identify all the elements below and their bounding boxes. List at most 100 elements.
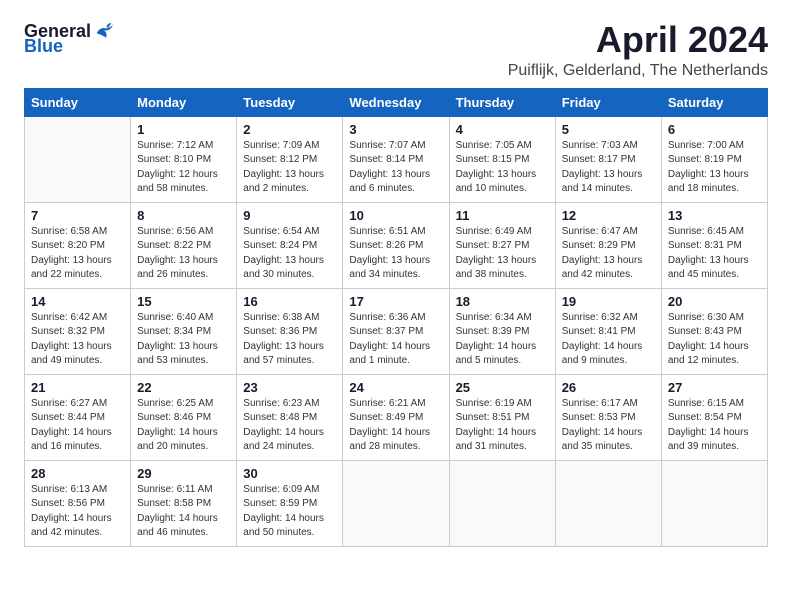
calendar-cell: 17 Sunrise: 6:36 AMSunset: 8:37 PMDayligh… — [343, 288, 449, 374]
day-number: 24 — [349, 380, 442, 395]
calendar-cell: 25 Sunrise: 6:19 AMSunset: 8:51 PMDayligh… — [449, 374, 555, 460]
day-number: 10 — [349, 208, 442, 223]
calendar-cell: 4 Sunrise: 7:05 AMSunset: 8:15 PMDaylight… — [449, 116, 555, 202]
day-info: Sunrise: 6:36 AMSunset: 8:37 PMDaylight:… — [349, 311, 442, 369]
day-number: 2 — [243, 122, 336, 137]
calendar-cell: 28 Sunrise: 6:13 AMSunset: 8:56 PMDayligh… — [25, 460, 131, 546]
location-title: Puiflijk, Gelderland, The Netherlands — [508, 62, 768, 80]
day-info: Sunrise: 6:51 AMSunset: 8:26 PMDaylight:… — [349, 225, 442, 283]
calendar-cell: 18 Sunrise: 6:34 AMSunset: 8:39 PMDayligh… — [449, 288, 555, 374]
calendar-cell: 30 Sunrise: 6:09 AMSunset: 8:59 PMDayligh… — [237, 460, 343, 546]
day-header-sunday: Sunday — [25, 88, 131, 116]
calendar-cell: 8Sunrise: 6:56 AMSunset: 8:22 PMDaylight… — [131, 202, 237, 288]
day-number: 19 — [562, 294, 655, 309]
day-info: Sunrise: 6:54 AMSunset: 8:24 PMDaylight:… — [243, 225, 336, 283]
calendar-cell: 23Sunrise: 6:23 AMSunset: 8:48 PMDayligh… — [237, 374, 343, 460]
calendar-cell: 12 Sunrise: 6:47 AMSunset: 8:29 PMDayligh… — [555, 202, 661, 288]
calendar-cell: 24 Sunrise: 6:21 AMSunset: 8:49 PMDayligh… — [343, 374, 449, 460]
day-number: 14 — [31, 294, 124, 309]
day-number: 12 — [562, 208, 655, 223]
title-area: April 2024 Puiflijk, Gelderland, The Net… — [508, 20, 768, 80]
day-number: 3 — [349, 122, 442, 137]
logo-bird-icon — [93, 20, 115, 42]
day-header-saturday: Saturday — [661, 88, 767, 116]
day-number: 28 — [31, 466, 124, 481]
day-info: Sunrise: 6:17 AMSunset: 8:53 PMDaylight:… — [562, 397, 655, 455]
calendar-table: SundayMondayTuesdayWednesdayThursdayFrid… — [24, 88, 768, 547]
calendar-cell: 14 Sunrise: 6:42 AMSunset: 8:32 PMDayligh… — [25, 288, 131, 374]
calendar-cell — [343, 460, 449, 546]
day-info: Sunrise: 7:03 AMSunset: 8:17 PMDaylight:… — [562, 139, 655, 197]
day-info: Sunrise: 6:09 AMSunset: 8:59 PMDaylight:… — [243, 483, 336, 541]
logo-blue-text: Blue — [24, 36, 63, 57]
calendar-week-row: 21 Sunrise: 6:27 AMSunset: 8:44 PMDayligh… — [25, 374, 768, 460]
day-info: Sunrise: 6:38 AMSunset: 8:36 PMDaylight:… — [243, 311, 336, 369]
day-info: Sunrise: 6:42 AMSunset: 8:32 PMDaylight:… — [31, 311, 124, 369]
calendar-cell: 21 Sunrise: 6:27 AMSunset: 8:44 PMDayligh… — [25, 374, 131, 460]
day-number: 4 — [456, 122, 549, 137]
day-info: Sunrise: 6:56 AMSunset: 8:22 PMDaylight:… — [137, 225, 230, 283]
day-info: Sunrise: 6:23 AMSunset: 8:48 PMDaylight:… — [243, 397, 336, 455]
day-number: 25 — [456, 380, 549, 395]
calendar-week-row: 1Sunrise: 7:12 AMSunset: 8:10 PMDaylight… — [25, 116, 768, 202]
day-info: Sunrise: 6:19 AMSunset: 8:51 PMDaylight:… — [456, 397, 549, 455]
calendar-cell: 5 Sunrise: 7:03 AMSunset: 8:17 PMDaylight… — [555, 116, 661, 202]
day-info: Sunrise: 6:30 AMSunset: 8:43 PMDaylight:… — [668, 311, 761, 369]
day-info: Sunrise: 6:13 AMSunset: 8:56 PMDaylight:… — [31, 483, 124, 541]
day-info: Sunrise: 6:45 AMSunset: 8:31 PMDaylight:… — [668, 225, 761, 283]
logo: General Blue — [24, 20, 115, 57]
day-number: 11 — [456, 208, 549, 223]
day-number: 30 — [243, 466, 336, 481]
calendar-cell: 19 Sunrise: 6:32 AMSunset: 8:41 PMDayligh… — [555, 288, 661, 374]
calendar-week-row: 14 Sunrise: 6:42 AMSunset: 8:32 PMDayligh… — [25, 288, 768, 374]
calendar-cell — [555, 460, 661, 546]
day-number: 27 — [668, 380, 761, 395]
day-info: Sunrise: 7:05 AMSunset: 8:15 PMDaylight:… — [456, 139, 549, 197]
day-header-friday: Friday — [555, 88, 661, 116]
day-number: 17 — [349, 294, 442, 309]
calendar-cell: 20 Sunrise: 6:30 AMSunset: 8:43 PMDayligh… — [661, 288, 767, 374]
day-info: Sunrise: 6:58 AMSunset: 8:20 PMDaylight:… — [31, 225, 124, 283]
day-number: 18 — [456, 294, 549, 309]
calendar-cell: 29 Sunrise: 6:11 AMSunset: 8:58 PMDayligh… — [131, 460, 237, 546]
header: General Blue April 2024 Puiflijk, Gelder… — [24, 20, 768, 80]
calendar-cell: 16Sunrise: 6:38 AMSunset: 8:36 PMDayligh… — [237, 288, 343, 374]
day-info: Sunrise: 6:32 AMSunset: 8:41 PMDaylight:… — [562, 311, 655, 369]
day-header-wednesday: Wednesday — [343, 88, 449, 116]
calendar-cell: 13Sunrise: 6:45 AMSunset: 8:31 PMDayligh… — [661, 202, 767, 288]
calendar-cell: 2 Sunrise: 7:09 AMSunset: 8:12 PMDaylight… — [237, 116, 343, 202]
day-header-monday: Monday — [131, 88, 237, 116]
day-info: Sunrise: 7:12 AMSunset: 8:10 PMDaylight:… — [137, 139, 230, 197]
day-info: Sunrise: 6:40 AMSunset: 8:34 PMDaylight:… — [137, 311, 230, 369]
day-info: Sunrise: 6:47 AMSunset: 8:29 PMDaylight:… — [562, 225, 655, 283]
day-info: Sunrise: 6:25 AMSunset: 8:46 PMDaylight:… — [137, 397, 230, 455]
calendar-header-row: SundayMondayTuesdayWednesdayThursdayFrid… — [25, 88, 768, 116]
day-number: 6 — [668, 122, 761, 137]
day-info: Sunrise: 6:49 AMSunset: 8:27 PMDaylight:… — [456, 225, 549, 283]
day-header-tuesday: Tuesday — [237, 88, 343, 116]
calendar-week-row: 28 Sunrise: 6:13 AMSunset: 8:56 PMDayligh… — [25, 460, 768, 546]
day-number: 5 — [562, 122, 655, 137]
day-number: 29 — [137, 466, 230, 481]
day-info: Sunrise: 7:07 AMSunset: 8:14 PMDaylight:… — [349, 139, 442, 197]
calendar-cell — [25, 116, 131, 202]
calendar-cell: 1Sunrise: 7:12 AMSunset: 8:10 PMDaylight… — [131, 116, 237, 202]
calendar-cell: 6 Sunrise: 7:00 AMSunset: 8:19 PMDaylight… — [661, 116, 767, 202]
day-number: 21 — [31, 380, 124, 395]
day-info: Sunrise: 6:27 AMSunset: 8:44 PMDaylight:… — [31, 397, 124, 455]
calendar-cell: 27 Sunrise: 6:15 AMSunset: 8:54 PMDayligh… — [661, 374, 767, 460]
day-info: Sunrise: 7:00 AMSunset: 8:19 PMDaylight:… — [668, 139, 761, 197]
day-info: Sunrise: 7:09 AMSunset: 8:12 PMDaylight:… — [243, 139, 336, 197]
day-info: Sunrise: 6:34 AMSunset: 8:39 PMDaylight:… — [456, 311, 549, 369]
calendar-cell: 7Sunrise: 6:58 AMSunset: 8:20 PMDaylight… — [25, 202, 131, 288]
day-number: 20 — [668, 294, 761, 309]
day-number: 22 — [137, 380, 230, 395]
calendar-cell — [449, 460, 555, 546]
day-info: Sunrise: 6:15 AMSunset: 8:54 PMDaylight:… — [668, 397, 761, 455]
day-number: 26 — [562, 380, 655, 395]
calendar-cell: 22 Sunrise: 6:25 AMSunset: 8:46 PMDayligh… — [131, 374, 237, 460]
calendar-cell: 15Sunrise: 6:40 AMSunset: 8:34 PMDayligh… — [131, 288, 237, 374]
day-info: Sunrise: 6:21 AMSunset: 8:49 PMDaylight:… — [349, 397, 442, 455]
day-header-thursday: Thursday — [449, 88, 555, 116]
day-info: Sunrise: 6:11 AMSunset: 8:58 PMDaylight:… — [137, 483, 230, 541]
